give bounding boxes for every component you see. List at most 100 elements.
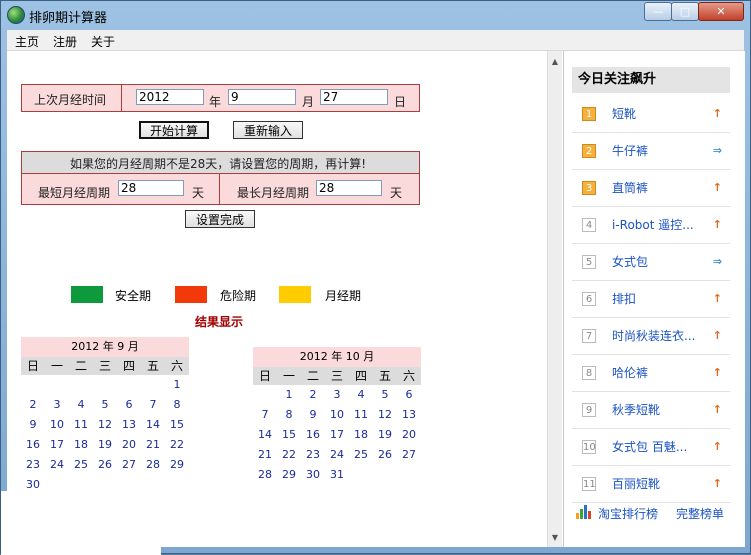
trending-item[interactable]: 10 女式包 百魅... ↑	[572, 428, 730, 466]
calendar-day[interactable]: 19	[93, 435, 117, 455]
minimize-button[interactable]: —	[644, 2, 672, 21]
calendar-day[interactable]: 2	[301, 385, 325, 405]
calendar-day[interactable]: 4	[69, 395, 93, 415]
scroll-up-icon[interactable]: ▲	[548, 53, 562, 69]
calendar-day[interactable]: 18	[349, 425, 373, 445]
taobao-rank-link[interactable]: 淘宝排行榜	[598, 505, 658, 522]
trending-item[interactable]: 7 时尚秋装连衣... ↑	[572, 317, 730, 355]
calendar-day[interactable]: 16	[21, 435, 45, 455]
calendar-day[interactable]: 18	[69, 435, 93, 455]
trending-item-label[interactable]: 牛仔裤	[612, 142, 648, 159]
calendar-day[interactable]: 15	[277, 425, 301, 445]
calendar-day[interactable]: 31	[325, 465, 349, 485]
settings-done-button[interactable]: 设置完成	[185, 210, 255, 228]
calendar-day[interactable]: 3	[45, 395, 69, 415]
trending-item[interactable]: 5 女式包 ⇒	[572, 243, 730, 281]
reset-button[interactable]: 重新输入	[233, 121, 303, 139]
calendar-day[interactable]: 11	[349, 405, 373, 425]
menu-register[interactable]: 注册	[53, 33, 77, 50]
trending-item-label[interactable]: 百丽短靴	[612, 475, 660, 492]
calendar-day[interactable]: 22	[277, 445, 301, 465]
longest-cycle-input[interactable]	[316, 180, 382, 196]
trending-item-label[interactable]: 短靴	[612, 105, 636, 122]
calendar-day[interactable]: 22	[165, 435, 189, 455]
calendar-day[interactable]: 29	[165, 455, 189, 475]
calendar-day[interactable]: 16	[301, 425, 325, 445]
calendar-day[interactable]: 30	[301, 465, 325, 485]
calendar-day[interactable]: 23	[301, 445, 325, 465]
calendar-day[interactable]: 29	[277, 465, 301, 485]
calendar-day[interactable]: 24	[325, 445, 349, 465]
trending-item[interactable]: 6 排扣 ↑	[572, 280, 730, 318]
calendar-day[interactable]: 1	[277, 385, 301, 405]
calendar-day[interactable]: 14	[253, 425, 277, 445]
month-input[interactable]	[228, 89, 296, 105]
calendar-day[interactable]: 7	[253, 405, 277, 425]
calendar-day[interactable]: 10	[325, 405, 349, 425]
maximize-button[interactable]: □	[671, 2, 699, 21]
calendar-day[interactable]: 25	[69, 455, 93, 475]
calendar-day[interactable]: 11	[69, 415, 93, 435]
calendar-day[interactable]: 28	[253, 465, 277, 485]
calendar-day[interactable]: 20	[397, 425, 421, 445]
trending-item[interactable]: 9 秋季短靴 ↑	[572, 391, 730, 429]
calendar-day[interactable]: 23	[21, 455, 45, 475]
calendar-day[interactable]: 2	[21, 395, 45, 415]
trending-item[interactable]: 1 短靴 ↑	[572, 95, 730, 133]
trending-item-label[interactable]: 女式包	[612, 253, 648, 270]
calendar-day[interactable]: 10	[45, 415, 69, 435]
trending-item-label[interactable]: 女式包 百魅...	[612, 438, 687, 455]
trending-item-label[interactable]: 秋季短靴	[612, 401, 660, 418]
calendar-day[interactable]: 24	[45, 455, 69, 475]
calendar-day[interactable]: 17	[325, 425, 349, 445]
trending-item[interactable]: 11 百丽短靴 ↑	[572, 465, 730, 503]
calendar-day[interactable]: 6	[117, 395, 141, 415]
calendar-day[interactable]: 20	[117, 435, 141, 455]
calendar-day[interactable]: 13	[397, 405, 421, 425]
calculate-button[interactable]: 开始计算	[139, 121, 209, 139]
calendar-day[interactable]: 28	[141, 455, 165, 475]
calendar-day[interactable]: 1	[165, 375, 189, 395]
calendar-day[interactable]: 27	[117, 455, 141, 475]
trending-item-label[interactable]: 哈伦裤	[612, 364, 648, 381]
trending-item[interactable]: 4 i-Robot 遥控... ↑	[572, 206, 730, 244]
calendar-day[interactable]: 12	[93, 415, 117, 435]
trending-item-label[interactable]: 排扣	[612, 290, 636, 307]
full-list-link[interactable]: 完整榜单	[676, 505, 724, 522]
calendar-day[interactable]: 25	[349, 445, 373, 465]
trending-item-label[interactable]: 直筒裤	[612, 179, 648, 196]
calendar-day[interactable]: 13	[117, 415, 141, 435]
shortest-cycle-input[interactable]	[118, 180, 184, 196]
day-input[interactable]	[320, 89, 388, 105]
trending-item-label[interactable]: i-Robot 遥控...	[612, 216, 694, 233]
calendar-day[interactable]: 3	[325, 385, 349, 405]
trending-item[interactable]: 2 牛仔裤 ⇒	[572, 132, 730, 170]
calendar-day[interactable]: 19	[373, 425, 397, 445]
menu-home[interactable]: 主页	[15, 33, 39, 50]
calendar-day[interactable]: 15	[165, 415, 189, 435]
vertical-scrollbar[interactable]: ▲ ▼	[547, 51, 562, 547]
trending-item[interactable]: 3 直筒裤 ↑	[572, 169, 730, 207]
calendar-day[interactable]: 5	[373, 385, 397, 405]
calendar-day[interactable]: 17	[45, 435, 69, 455]
year-input[interactable]	[136, 89, 204, 105]
calendar-day[interactable]: 4	[349, 385, 373, 405]
calendar-day[interactable]: 14	[141, 415, 165, 435]
scroll-down-icon[interactable]: ▼	[548, 529, 562, 545]
title-bar[interactable]: 排卵期计算器 — □ ✕	[1, 1, 750, 29]
trending-item[interactable]: 8 哈伦裤 ↑	[572, 354, 730, 392]
close-button[interactable]: ✕	[698, 2, 744, 21]
calendar-day[interactable]: 8	[277, 405, 301, 425]
calendar-day[interactable]: 26	[373, 445, 397, 465]
calendar-day[interactable]: 21	[253, 445, 277, 465]
calendar-day[interactable]: 5	[93, 395, 117, 415]
calendar-day[interactable]: 9	[301, 405, 325, 425]
calendar-day[interactable]: 27	[397, 445, 421, 465]
calendar-day[interactable]: 26	[93, 455, 117, 475]
calendar-day[interactable]: 7	[141, 395, 165, 415]
trending-item-label[interactable]: 时尚秋装连衣...	[612, 327, 695, 344]
calendar-day[interactable]: 8	[165, 395, 189, 415]
calendar-day[interactable]: 21	[141, 435, 165, 455]
menu-about[interactable]: 关于	[91, 33, 115, 50]
calendar-day[interactable]: 12	[373, 405, 397, 425]
